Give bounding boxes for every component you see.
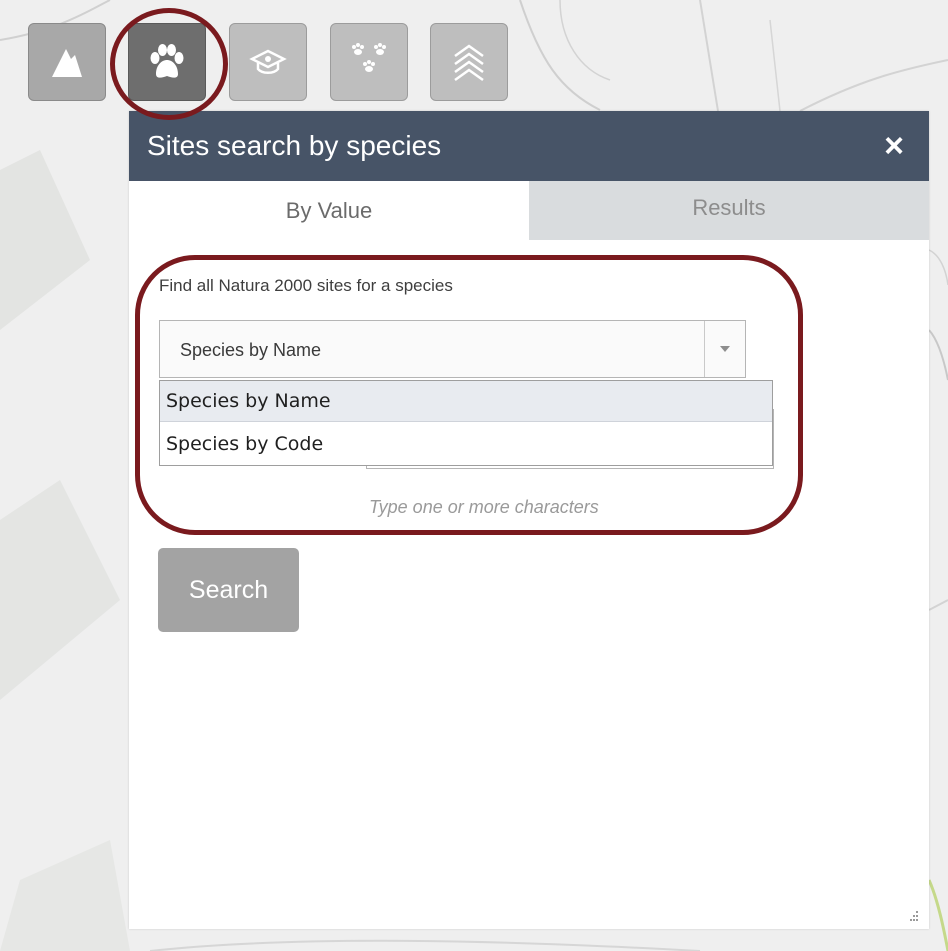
close-icon[interactable]: ×: [879, 129, 909, 163]
dropdown-option-species-by-code[interactable]: Species by Code: [160, 423, 772, 464]
panel-header: Sites search by species ×: [129, 111, 929, 181]
paw-icon: [147, 43, 187, 81]
multi-paw-icon: [348, 42, 390, 82]
layers-search-button[interactable]: [430, 23, 508, 101]
habitat-icon: [248, 47, 288, 77]
search-button[interactable]: Search: [158, 548, 299, 632]
select-current-value: Species by Name: [180, 340, 322, 360]
search-type-select[interactable]: Species by Name: [159, 320, 746, 378]
input-hint: Type one or more characters: [369, 497, 599, 517]
search-type-dropdown: Species by Name Species by Code: [159, 380, 773, 466]
resize-grip-icon[interactable]: [907, 909, 919, 921]
dropdown-option-species-by-name[interactable]: Species by Name: [160, 381, 772, 422]
tab-by-value[interactable]: By Value: [129, 181, 529, 240]
layers-icon: [451, 42, 487, 82]
species-search-button[interactable]: [128, 23, 206, 101]
mountain-icon: [50, 45, 84, 79]
species-search-panel: Sites search by species × By Value Resul…: [129, 111, 929, 929]
multi-species-search-button[interactable]: [330, 23, 408, 101]
site-search-button[interactable]: [28, 23, 106, 101]
habitat-search-button[interactable]: [229, 23, 307, 101]
chevron-down-icon: [720, 346, 730, 352]
dropdown-toggle[interactable]: [704, 321, 745, 377]
instruction-text: Find all Natura 2000 sites for a species: [159, 276, 453, 295]
panel-tabs: By Value Results: [129, 181, 929, 240]
panel-title: Sites search by species: [147, 130, 442, 161]
tab-results[interactable]: Results: [529, 181, 929, 240]
